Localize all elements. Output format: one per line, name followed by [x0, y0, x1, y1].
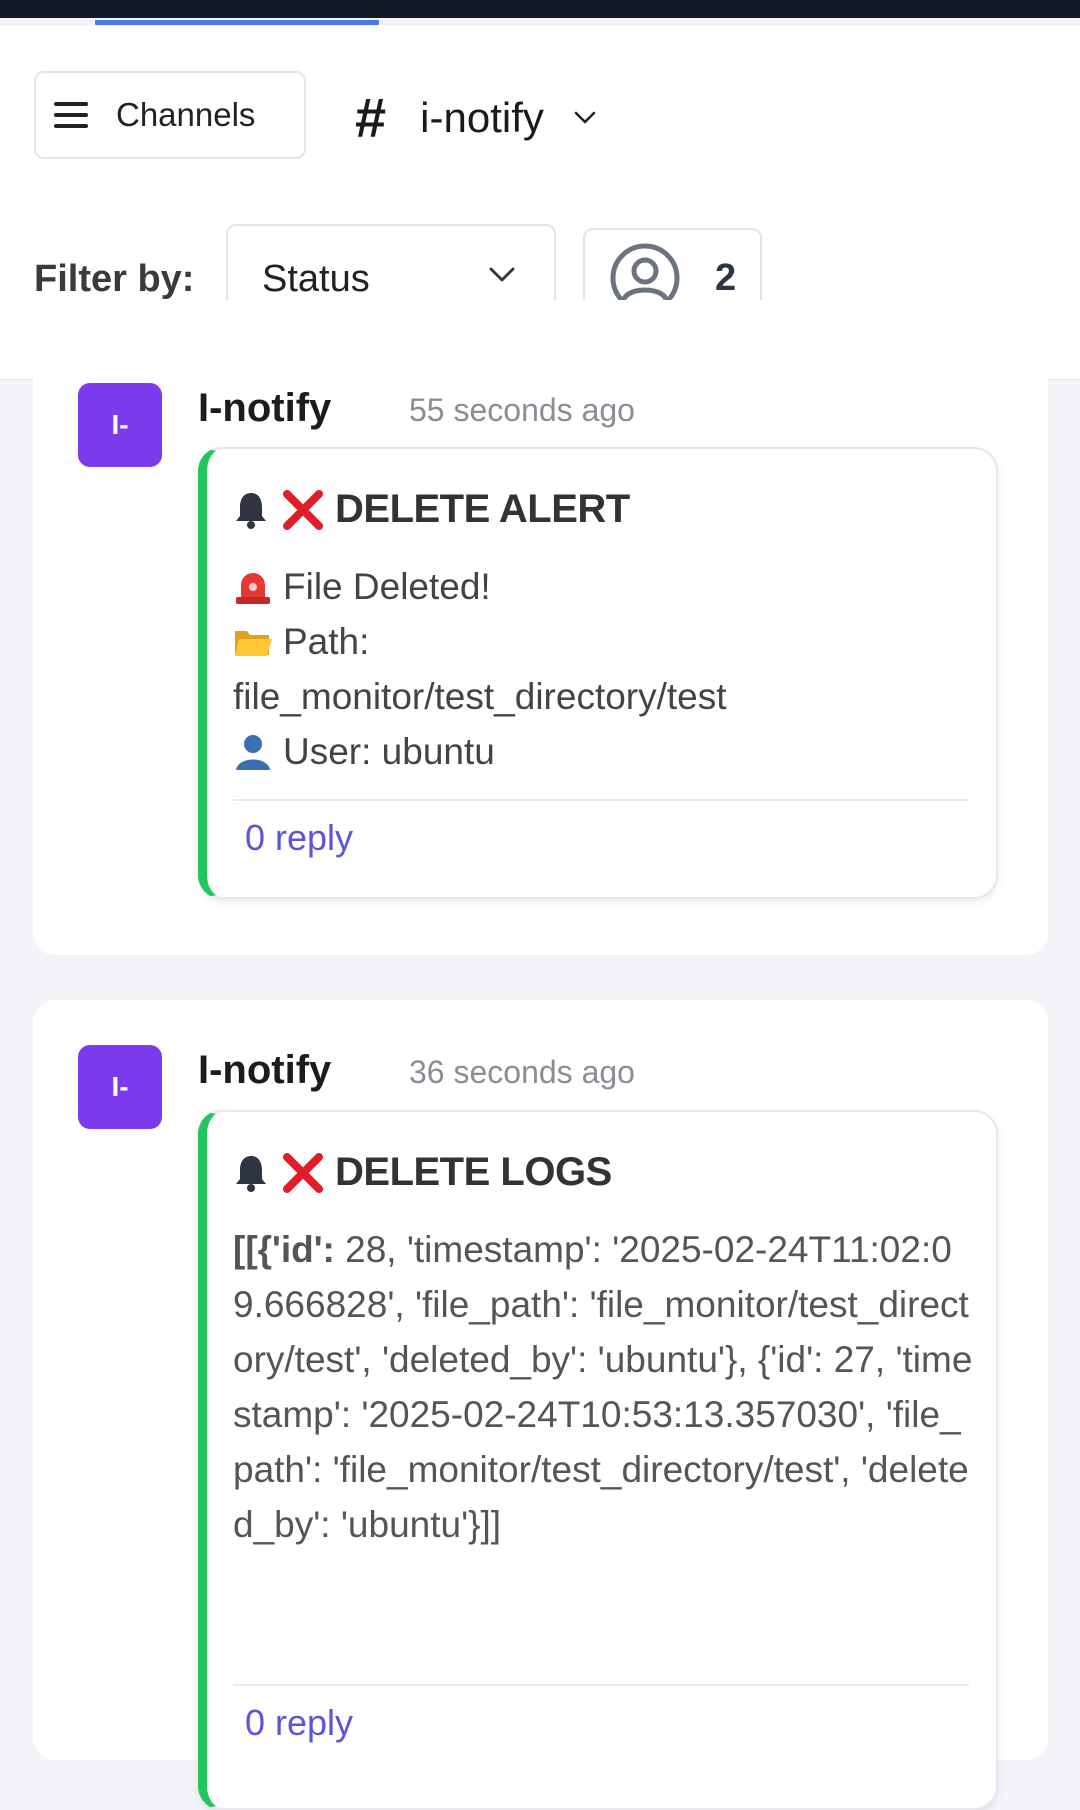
message-title: DELETE ALERT — [233, 487, 630, 532]
logs-content: 28, 'timestamp': '2025-02-24T11:02:09.66… — [233, 1229, 973, 1545]
siren-icon — [236, 572, 270, 604]
logs-prefix: [[{'id': — [233, 1229, 335, 1270]
message-body: File Deleted! Path: file_monitor/test_di… — [233, 559, 973, 779]
hash-icon: # — [355, 86, 387, 149]
sender-avatar: I- — [78, 383, 162, 467]
message-timestamp: 36 seconds ago — [409, 1054, 635, 1090]
sender-name: I-notify — [198, 386, 332, 430]
active-tab-indicator — [95, 20, 379, 25]
red-cross-icon — [283, 489, 323, 530]
body-line-3: file_monitor/test_directory/test — [233, 676, 727, 717]
status-filter-value: Status — [262, 257, 370, 300]
bell-icon — [236, 492, 266, 529]
body-line-2: Path: — [283, 621, 370, 662]
body-line-4: User: ubuntu — [283, 731, 495, 772]
channels-label: Channels — [116, 96, 256, 133]
folder-icon — [235, 630, 272, 656]
message-timestamp: 55 seconds ago — [409, 392, 635, 428]
hamburger-menu-icon — [54, 102, 88, 128]
chevron-down-icon — [489, 267, 515, 282]
message-card: I- I-notify 55 seconds ago DELETE ALERT … — [33, 300, 1048, 955]
message-bubble: DELETE LOGS [[{'id': 28, 'timestamp': '2… — [198, 1110, 998, 1810]
reply-link[interactable]: 0 reply — [245, 1702, 353, 1744]
sender-avatar: I- — [78, 1045, 162, 1129]
chevron-down-icon — [574, 111, 596, 124]
reply-link[interactable]: 0 reply — [245, 817, 353, 859]
message-title: DELETE LOGS — [233, 1150, 612, 1195]
red-cross-icon — [283, 1152, 323, 1193]
bubble-divider — [233, 799, 969, 801]
bubble-divider — [233, 1684, 969, 1686]
sender-name: I-notify — [198, 1048, 332, 1092]
bell-icon — [236, 1155, 266, 1192]
channels-button[interactable]: Channels — [34, 71, 306, 159]
message-bubble: DELETE ALERT File Deleted! Path: file_mo… — [198, 447, 998, 899]
message-title-text: DELETE ALERT — [335, 487, 630, 531]
filter-label: Filter by: — [34, 258, 195, 300]
user-icon — [236, 734, 270, 770]
assignee-count: 2 — [715, 256, 737, 299]
channel-name: i-notify — [420, 94, 544, 141]
logs-body: [[{'id': 28, 'timestamp': '2025-02-24T11… — [233, 1222, 973, 1552]
body-line-1: File Deleted! — [283, 566, 491, 607]
system-top-bar — [0, 0, 1080, 18]
channel-selector[interactable]: # i-notify — [355, 88, 596, 148]
message-title-text: DELETE LOGS — [335, 1150, 612, 1194]
message-card: I- I-notify 36 seconds ago DELETE LOGS [… — [33, 1000, 1048, 1810]
